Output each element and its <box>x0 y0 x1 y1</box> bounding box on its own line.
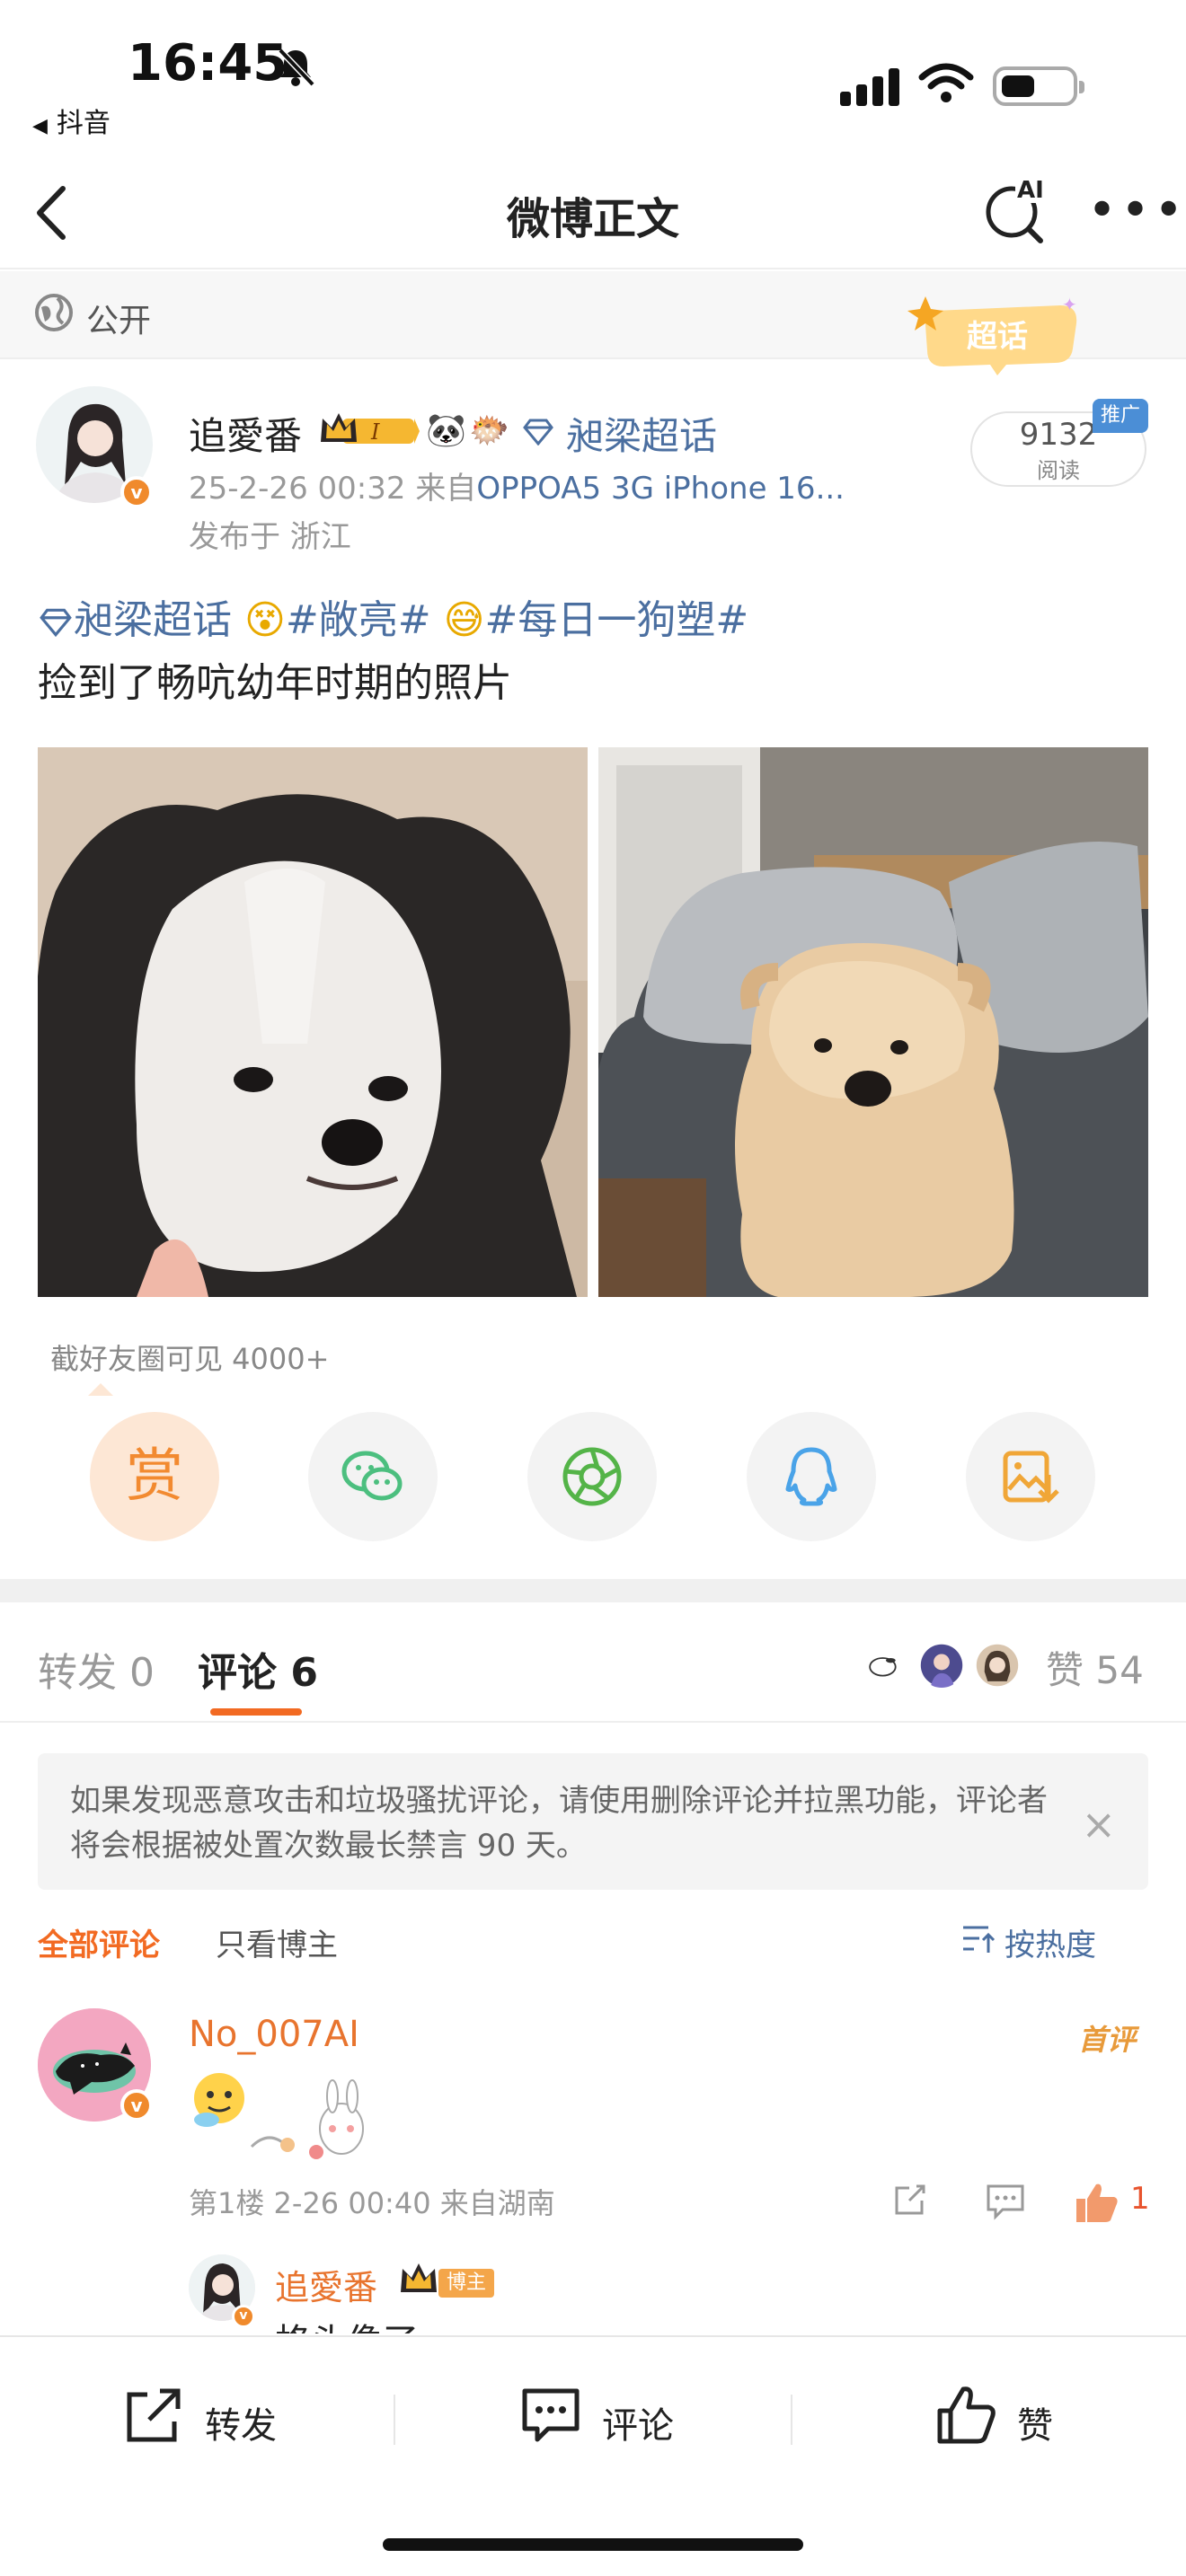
author-badge: 博主 <box>438 2269 494 2298</box>
comment-like-thumbs-up-icon[interactable] <box>1073 2181 1120 2224</box>
like-count[interactable]: 赞 54 <box>1046 1640 1144 1695</box>
share-comment-icon[interactable] <box>890 2181 929 2220</box>
sort-icon <box>963 1926 996 1953</box>
section-divider <box>0 1579 1186 1602</box>
ai-search-icon[interactable]: AI <box>979 172 1051 244</box>
post-topic-3[interactable]: #每日一狗塑# <box>484 597 748 643</box>
tab-comments[interactable]: 评论 6 <box>198 1640 318 1698</box>
notice-text: 如果发现恶意攻击和垃圾骚扰评论，请使用删除评论并拉黑功能，评论者将会根据被处置次… <box>70 1783 1048 1864</box>
sort-label: 按热度 <box>1005 1928 1096 1963</box>
diamond-topic-icon <box>40 608 72 637</box>
first-comment-badge: 首评 <box>1078 2023 1137 2057</box>
tab-reposts[interactable]: 转发 0 <box>38 1640 155 1698</box>
post-meta: 25-2-26 00:32 来自OPPOA5 3G iPhone 16... <box>189 463 845 507</box>
panda-icon: 🐼 <box>426 412 466 449</box>
post-topics: 昶梁超话 😵#敞亮# 😅#每日一狗塑# <box>38 587 748 645</box>
chaohua-badge-icon[interactable]: 超话 ✦ <box>907 293 1087 375</box>
verified-v-icon: v <box>120 476 153 508</box>
battery-icon <box>993 66 1084 106</box>
status-bar: 16:45 ◀ 抖音 <box>0 0 1186 153</box>
commenter-verified-icon: v <box>120 2089 153 2122</box>
home-indicator <box>383 2538 803 2551</box>
post-source[interactable]: OPPOA5 3G iPhone 16... <box>476 471 845 507</box>
chaohua-badge-label: 超话 <box>967 319 1028 355</box>
commenter-name[interactable]: No_007AI <box>189 2014 359 2055</box>
post-timestamp: 25-2-26 00:32 <box>189 471 406 507</box>
repost-label: 转发 <box>205 2405 277 2447</box>
like-button[interactable]: 赞 <box>934 2384 1114 2456</box>
comment-label: 评论 <box>602 2405 674 2447</box>
mute-bell-icon <box>278 48 315 87</box>
comment-notice: 如果发现恶意攻击和垃圾骚扰评论，请使用删除评论并拉黑功能，评论者将会根据被处置次… <box>38 1753 1148 1890</box>
level-badge-text: I <box>370 419 380 445</box>
status-time: 16:45 <box>128 34 288 93</box>
post-location: 发布于 浙江 <box>189 519 351 555</box>
read-label: 阅读 <box>1037 458 1080 483</box>
back-to-app-link[interactable]: ◀ 抖音 <box>32 101 111 140</box>
comment-button[interactable]: 评论 <box>519 2384 699 2456</box>
wechat-icon <box>341 1451 403 1501</box>
qq-share-button[interactable] <box>747 1412 876 1541</box>
post-topic-2[interactable]: #敞亮# <box>286 597 431 643</box>
crown-level-badge-icon: I <box>321 413 420 445</box>
post-image-1[interactable] <box>38 747 588 1297</box>
ai-label: AI <box>1017 177 1044 204</box>
sweat-smile-emoji-icon: 😅 <box>443 597 485 643</box>
visibility-label: 公开 <box>86 303 152 340</box>
bottom-divider <box>394 2395 395 2445</box>
author-topic-link[interactable]: 昶梁超话 <box>566 406 717 461</box>
qq-penguin-icon <box>785 1447 837 1506</box>
active-tab-indicator <box>210 1708 302 1716</box>
save-image-icon <box>1003 1451 1059 1504</box>
close-icon[interactable]: × <box>1081 1800 1116 1848</box>
back-app-label: 抖音 <box>56 108 111 139</box>
save-image-button[interactable] <box>966 1412 1095 1541</box>
comment-meta: 第1楼 2-26 00:40 来自湖南 <box>189 2186 555 2220</box>
filter-all-comments[interactable]: 全部评论 <box>38 1920 160 1964</box>
author-name[interactable]: 追愛番 <box>189 406 302 461</box>
dizzy-face-emoji-icon: 😵 <box>244 597 286 643</box>
post-body: 捡到了畅吭幼年时期的照片 <box>38 660 512 706</box>
share-note-pointer <box>88 1383 113 1396</box>
comment-like-count: 1 <box>1130 2181 1150 2217</box>
reward-button[interactable]: 赏 <box>90 1412 219 1541</box>
repost-icon <box>127 2388 181 2442</box>
reply-text: 格头像了 <box>275 2317 419 2333</box>
filter-author-only[interactable]: 只看博主 <box>216 1920 338 1964</box>
diamond-topic-icon <box>523 419 553 446</box>
sort-by-hot-button[interactable]: 按热度 <box>963 1920 1096 1964</box>
comment-icon <box>522 2388 580 2442</box>
post-topic-1[interactable]: 昶梁超话 <box>74 597 232 643</box>
more-options-icon[interactable]: ••• <box>1087 181 1186 240</box>
pufferfish-icon: 🐡 <box>469 412 509 449</box>
liker-avatar-3[interactable] <box>972 1640 1022 1690</box>
reply-crown-icon <box>401 2263 437 2292</box>
post-image-2[interactable] <box>598 747 1148 1297</box>
tabs-divider <box>0 1721 1186 1723</box>
moments-share-button[interactable] <box>527 1412 657 1541</box>
nav-bar: 微博正文 AI ••• <box>0 162 1186 269</box>
comment-sticker-icon <box>194 2073 364 2159</box>
reply-comment-icon[interactable] <box>985 2181 1026 2220</box>
share-note: 截好友圈可见 4000+ <box>50 1342 330 1376</box>
source-prefix: 来自 <box>415 471 477 507</box>
wifi-icon <box>918 63 974 102</box>
reply-verified-icon: v <box>232 2305 255 2328</box>
liker-avatar-2[interactable] <box>916 1640 967 1690</box>
globe-icon <box>35 294 73 331</box>
thumbs-up-icon <box>937 2386 996 2444</box>
promo-badge[interactable]: 推广 <box>1093 399 1148 433</box>
back-triangle-icon: ◀ <box>32 115 48 137</box>
bottom-divider <box>791 2395 792 2445</box>
like-label: 赞 <box>1017 2405 1053 2447</box>
reply-author-name[interactable]: 追愛番 <box>275 2260 377 2309</box>
liker-avatar-1[interactable] <box>861 1640 911 1690</box>
cellular-signal-icon <box>840 68 899 106</box>
wechat-share-button[interactable] <box>308 1412 438 1541</box>
moments-aperture-icon <box>562 1447 622 1506</box>
repost-button[interactable]: 转发 <box>122 2384 302 2456</box>
svg-text:✦: ✦ <box>1062 294 1077 315</box>
